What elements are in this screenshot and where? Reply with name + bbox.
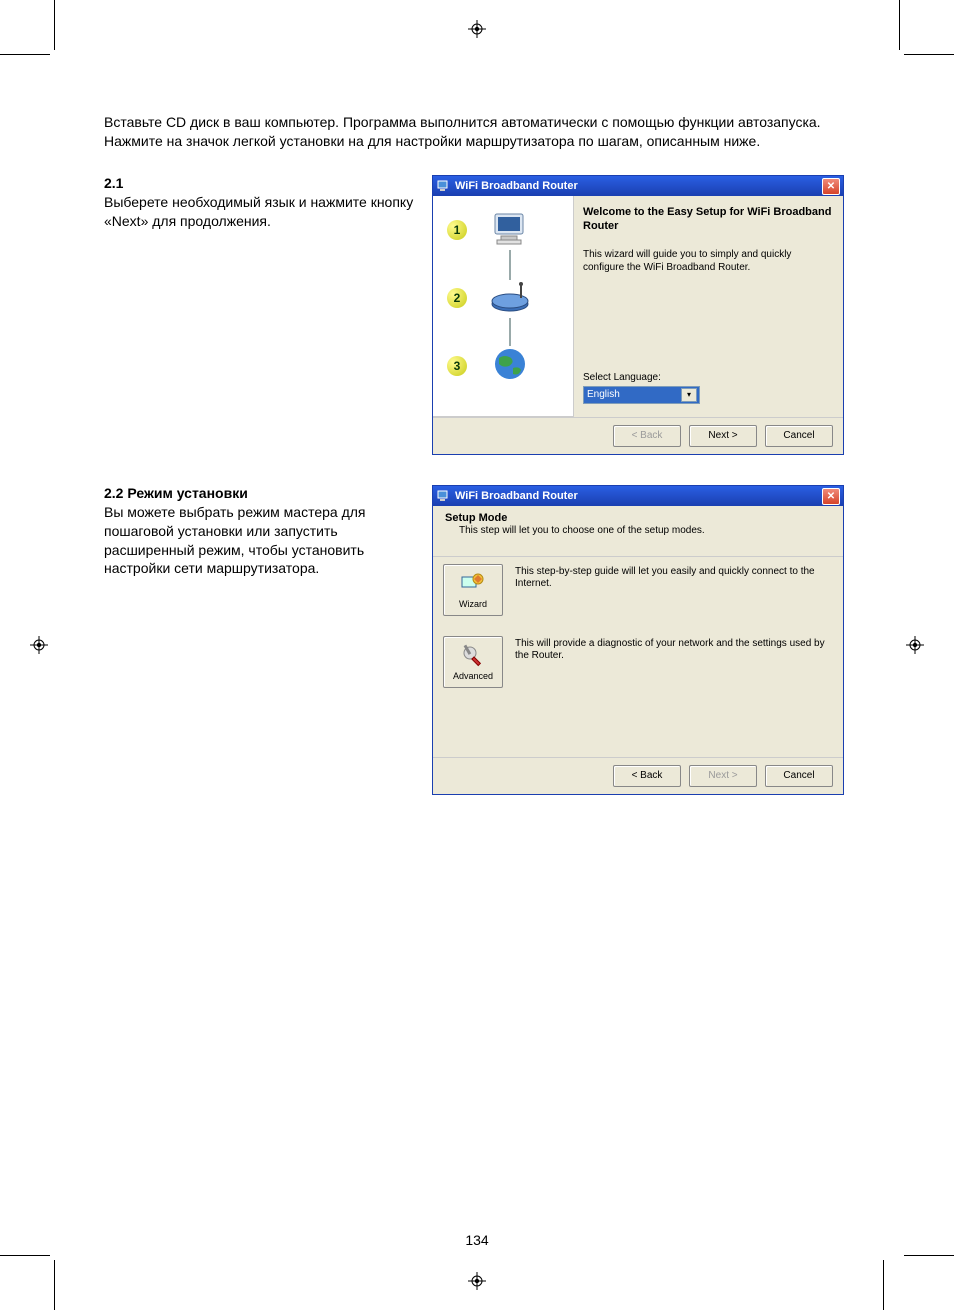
wizard-text-panel: Welcome to the Easy Setup for WiFi Broad… [583, 206, 833, 275]
chevron-down-icon: ▾ [681, 388, 697, 402]
close-icon: ✕ [827, 181, 835, 192]
wizard-mode-button[interactable]: Wizard [443, 564, 503, 616]
section-number: 2.1 [104, 175, 414, 191]
wizard-description: This step-by-step guide will let you eas… [515, 564, 833, 591]
crop-mark [883, 1260, 884, 1310]
crop-mark [904, 1255, 954, 1256]
step-badge-2: 2 [447, 288, 467, 308]
page: Вставьте CD диск в ваш компьютер. Програ… [0, 0, 954, 1310]
advanced-button-label: Advanced [453, 671, 493, 681]
cancel-button[interactable]: Cancel [765, 765, 833, 787]
window-title: WiFi Broadband Router [455, 180, 578, 192]
welcome-subtext: This wizard will guide you to simply and… [583, 249, 833, 274]
section-2-2: 2.2 Режим установки Вы можете выбрать ре… [104, 485, 850, 795]
intro-paragraph: Вставьте CD диск в ваш компьютер. Програ… [104, 113, 850, 151]
cancel-button[interactable]: Cancel [765, 425, 833, 447]
mode-row-advanced: Advanced This will provide a diagnostic … [443, 636, 833, 688]
subheader-subtitle: This step will let you to choose one of … [459, 525, 831, 536]
crop-mark [0, 1255, 50, 1256]
page-number: 134 [0, 1232, 954, 1248]
section-body: Выберете необходимый язык и нажмите кноп… [104, 193, 414, 231]
app-icon [437, 489, 451, 503]
dialog-language-select: WiFi Broadband Router ✕ 1 2 3 [432, 175, 844, 455]
router-icon [489, 280, 531, 316]
section-body: Вы можете выбрать режим мастера для поша… [104, 503, 414, 579]
globe-icon [489, 346, 531, 382]
close-button[interactable]: ✕ [822, 178, 840, 195]
section-title: Режим установки [127, 485, 247, 501]
computer-icon [489, 212, 531, 248]
welcome-heading: Welcome to the Easy Setup for WiFi Broad… [583, 206, 833, 234]
titlebar: WiFi Broadband Router ✕ [433, 176, 843, 196]
dialog-button-row: < Back Next > Cancel [433, 757, 843, 794]
section-text: 2.1 Выберете необходимый язык и нажмите … [104, 175, 414, 231]
step-badge-1: 1 [447, 220, 467, 240]
back-button[interactable]: < Back [613, 425, 681, 447]
crop-mark [904, 54, 954, 55]
subheader-title: Setup Mode [445, 512, 831, 524]
wizard-icon [460, 571, 486, 597]
advanced-description: This will provide a diagnostic of your n… [515, 636, 833, 663]
mode-row-wizard: Wizard This step-by-step guide will let … [443, 564, 833, 616]
connector-line [509, 250, 511, 280]
next-button[interactable]: Next > [689, 765, 757, 787]
app-icon [437, 179, 451, 193]
window-title: WiFi Broadband Router [455, 490, 578, 502]
crop-mark [54, 0, 55, 50]
registration-mark-icon [468, 20, 486, 38]
advanced-mode-button[interactable]: Advanced [443, 636, 503, 688]
crop-mark [54, 1260, 55, 1310]
close-button[interactable]: ✕ [822, 488, 840, 505]
dialog-setup-mode: WiFi Broadband Router ✕ Setup Mode This … [432, 485, 844, 795]
registration-mark-icon [906, 636, 924, 654]
dialog-button-row: < Back Next > Cancel [433, 417, 843, 454]
section-text: 2.2 Режим установки Вы можете выбрать ре… [104, 485, 414, 579]
dialog-subheader: Setup Mode This step will let you to cho… [433, 506, 843, 557]
dialog-body: 1 2 3 [433, 196, 843, 454]
titlebar: WiFi Broadband Router ✕ [433, 486, 843, 506]
language-label: Select Language: [583, 372, 661, 383]
tools-icon [460, 643, 486, 669]
crop-mark [899, 0, 900, 50]
close-icon: ✕ [827, 491, 835, 502]
registration-mark-icon [30, 636, 48, 654]
crop-mark [0, 54, 50, 55]
wizard-button-label: Wizard [459, 599, 487, 609]
back-button[interactable]: < Back [613, 765, 681, 787]
section-number: 2.2 [104, 485, 123, 501]
wizard-graphic-panel: 1 2 3 [433, 196, 574, 417]
step-badge-3: 3 [447, 356, 467, 376]
content-column: Вставьте CD диск в ваш компьютер. Програ… [104, 113, 850, 825]
language-select[interactable]: English ▾ [583, 386, 700, 404]
language-value: English [587, 389, 620, 400]
connector-line [509, 318, 511, 346]
section-2-1: 2.1 Выберете необходимый язык и нажмите … [104, 175, 850, 455]
next-button[interactable]: Next > [689, 425, 757, 447]
registration-mark-icon [468, 1272, 486, 1290]
dialog-body: Setup Mode This step will let you to cho… [433, 506, 843, 794]
